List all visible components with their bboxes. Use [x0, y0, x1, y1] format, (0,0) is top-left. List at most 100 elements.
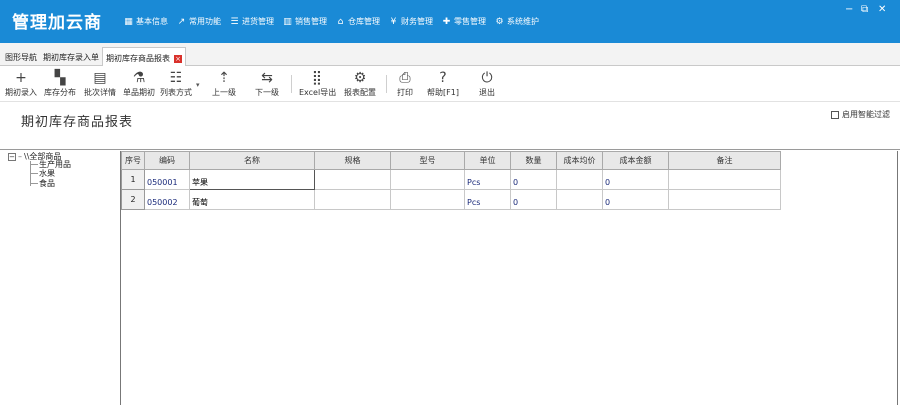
tab-label: 图形导航 [5, 53, 37, 62]
button-label: 库存分布 [44, 88, 76, 97]
menu-purchase[interactable]: ☰ 进货管理 [230, 16, 274, 27]
smart-filter-checkbox[interactable]: 启用智能过滤 [831, 109, 890, 120]
unit-cell[interactable]: Pcs [464, 169, 511, 190]
button-label: 下一级 [255, 88, 279, 97]
tab-label: 期初库存商品报表 [106, 54, 170, 63]
page-title: 期初库存商品报表 [21, 115, 134, 130]
minimize-icon[interactable]: − [845, 4, 853, 15]
print-button[interactable]: ⎙ 打印 [394, 69, 416, 98]
tree-connector-line [30, 164, 38, 165]
yen-icon: ¥ [390, 16, 397, 27]
close-icon[interactable]: ✕ [878, 4, 886, 15]
batch-details-button[interactable]: ▤ 批次详情 [83, 69, 117, 98]
button-label: 单品期初 [123, 88, 155, 97]
single-item-opening-button[interactable]: ⚗ 单品期初 [122, 69, 156, 98]
column-header[interactable]: 序号 [121, 151, 145, 170]
tree-connector: – [18, 152, 22, 161]
avg-cost-cell[interactable] [556, 189, 603, 210]
excel-export-button[interactable]: ⣿ Excel导出 [299, 69, 337, 98]
gear-icon: ⚙ [353, 70, 367, 86]
spec-cell[interactable] [314, 189, 391, 210]
restore-icon[interactable]: ⧉ [861, 4, 868, 15]
collapse-toggle-icon[interactable]: − [8, 152, 16, 161]
category-tree: − – \\全部商品 生产用品 水果 食品 [0, 150, 118, 405]
button-label: 期初录入 [5, 88, 37, 97]
column-header[interactable]: 单位 [464, 151, 511, 170]
list-view-icon: ☷ [169, 70, 183, 86]
toolbar-divider [386, 75, 387, 93]
column-header[interactable]: 数量 [510, 151, 557, 170]
stock-distribution-button[interactable]: ▚ 库存分布 [43, 69, 77, 98]
top-header-bar: 管理加云商 ▦ 基本信息 ↗ 常用功能 ☰ 进货管理 ▥ 销售管理 ⌂ 仓库管理… [0, 0, 900, 43]
column-header[interactable]: 成本均价 [556, 151, 603, 170]
amount-cell[interactable]: 0 [602, 169, 669, 190]
qty-cell[interactable]: 0 [510, 169, 557, 190]
code-cell[interactable]: 050001 [144, 169, 190, 190]
qty-cell[interactable]: 0 [510, 189, 557, 210]
chevron-down-icon[interactable]: ▾ [196, 81, 200, 89]
column-header[interactable]: 成本金额 [602, 151, 669, 170]
button-label: 批次详情 [84, 88, 116, 97]
table-row[interactable]: 1 050001 苹果 Pcs 0 0 [121, 169, 781, 190]
menu-finance[interactable]: ¥ 财务管理 [389, 16, 433, 27]
spec-cell[interactable] [314, 169, 391, 190]
level-up-button[interactable]: ⇡ 上一级 [209, 69, 239, 98]
name-cell[interactable]: 苹果 [189, 169, 315, 190]
column-header[interactable]: 规格 [314, 151, 391, 170]
report-grid-panel: 序号 编码 名称 规格 型号 单位 数量 成本均价 成本金额 备注 1 0500… [120, 151, 898, 405]
menu-label: 系统维护 [507, 17, 539, 26]
column-header[interactable]: 编码 [144, 151, 190, 170]
table-header-row: 序号 编码 名称 规格 型号 单位 数量 成本均价 成本金额 备注 [121, 151, 781, 170]
menu-label: 仓库管理 [348, 17, 380, 26]
code-cell[interactable]: 050002 [144, 189, 190, 210]
column-header[interactable]: 型号 [390, 151, 465, 170]
name-cell[interactable]: 葡萄 [189, 189, 315, 210]
menu-label: 财务管理 [401, 17, 433, 26]
column-header[interactable]: 名称 [189, 151, 315, 170]
toolbar: + 期初录入 ▚ 库存分布 ▤ 批次详情 ⚗ 单品期初 ☷ 列表方式 ▾ ⇡ 上… [0, 66, 900, 102]
external-link-icon: ↗ [177, 16, 186, 27]
menu-sales[interactable]: ▥ 销售管理 [283, 16, 327, 27]
tab-close-icon[interactable]: × [174, 54, 182, 63]
menu-retail[interactable]: ✚ 零售管理 [442, 16, 486, 27]
tab-opening-stock-report[interactable]: 期初库存商品报表 × [102, 47, 186, 66]
flask-icon: ⚗ [132, 70, 146, 86]
tree-connector-line [30, 173, 38, 174]
exit-button[interactable]: ⏻ 退出 [476, 69, 498, 98]
tab-graphic-nav[interactable]: 图形导航 [2, 47, 40, 66]
button-label: 帮助[F1] [427, 88, 459, 97]
level-down-button[interactable]: ⇆ 下一级 [252, 69, 282, 98]
amount-cell[interactable]: 0 [602, 189, 669, 210]
opening-entry-button[interactable]: + 期初录入 [5, 69, 37, 98]
main-menu: ▦ 基本信息 ↗ 常用功能 ☰ 进货管理 ▥ 销售管理 ⌂ 仓库管理 ¥ 财务管… [124, 16, 548, 27]
tab-opening-stock-entry[interactable]: 期初库存录入单 [40, 47, 102, 66]
checkbox-box[interactable] [831, 110, 839, 119]
tree-item[interactable]: 食品 [39, 178, 55, 189]
model-cell[interactable] [390, 169, 465, 190]
table-row[interactable]: 2 050002 葡萄 Pcs 0 0 [121, 189, 781, 210]
question-icon: ? [439, 70, 447, 86]
remark-cell[interactable] [668, 169, 781, 190]
grid-icon: ▦ [124, 16, 133, 27]
button-label: 打印 [397, 88, 413, 97]
column-header[interactable]: 备注 [668, 151, 781, 170]
unit-cell[interactable]: Pcs [464, 189, 511, 210]
help-button[interactable]: ? 帮助[F1] [424, 69, 462, 98]
app-logo: 管理加云商 [12, 13, 102, 33]
model-cell[interactable] [390, 189, 465, 210]
button-label: Excel导出 [299, 88, 337, 97]
list-mode-button[interactable]: ☷ 列表方式 [159, 69, 193, 98]
stock-report-table: 序号 编码 名称 规格 型号 单位 数量 成本均价 成本金额 备注 1 0500… [121, 151, 781, 210]
report-config-button[interactable]: ⚙ 报表配置 [343, 69, 377, 98]
menu-common-functions[interactable]: ↗ 常用功能 [177, 16, 221, 27]
remark-cell[interactable] [668, 189, 781, 210]
power-icon: ⏻ [481, 70, 493, 86]
menu-label: 零售管理 [454, 17, 486, 26]
menu-system[interactable]: ⚙ 系统维护 [495, 16, 539, 27]
excel-grid-icon: ⣿ [311, 70, 323, 86]
avg-cost-cell[interactable] [556, 169, 603, 190]
boxes-icon: ▚ [54, 70, 66, 86]
menu-basic-info[interactable]: ▦ 基本信息 [124, 16, 168, 27]
menu-warehouse[interactable]: ⌂ 仓库管理 [336, 16, 380, 27]
plus-arrow-icon: ✚ [442, 16, 451, 27]
